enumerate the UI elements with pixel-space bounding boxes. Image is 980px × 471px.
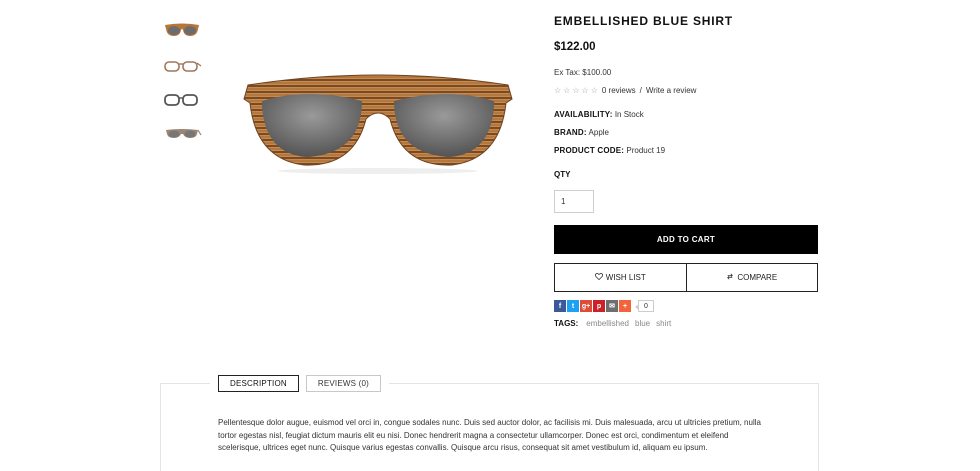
tags-row: TAGS: embellished blue shirt bbox=[554, 319, 671, 328]
tag-link[interactable]: shirt bbox=[656, 319, 671, 328]
tag-link[interactable]: embellished bbox=[586, 319, 629, 328]
availability-value: In Stock bbox=[614, 110, 644, 119]
tag-link[interactable]: blue bbox=[635, 319, 650, 328]
wooden-sunglasses-image bbox=[243, 74, 513, 174]
compare-button[interactable]: COMPARE bbox=[685, 264, 818, 291]
star-icon: ☆ bbox=[572, 86, 580, 95]
thumbnail-glasses-dark[interactable] bbox=[160, 87, 204, 113]
tags-label: TAGS: bbox=[554, 319, 579, 328]
share-count: 0 bbox=[635, 300, 654, 312]
star-icon: ☆ bbox=[581, 86, 589, 95]
brand-row: BRAND: Apple bbox=[554, 128, 609, 137]
rating-row: ☆ ☆ ☆ ☆ ☆ 0 reviews / Write a review bbox=[554, 86, 696, 95]
glasses-dark-thumbnail-icon bbox=[164, 94, 198, 106]
wish-list-label: WISH LIST bbox=[605, 273, 646, 282]
heart-icon bbox=[594, 273, 603, 282]
wishlist-compare-row: WISH LIST COMPARE bbox=[554, 263, 818, 292]
share-buttons: f t g+ p ✉ + 0 bbox=[554, 300, 654, 312]
main-product-image[interactable] bbox=[218, 14, 538, 229]
compare-icon bbox=[726, 273, 734, 282]
rating-separator: / bbox=[639, 86, 642, 95]
sunglasses-thumbnail-icon bbox=[165, 23, 199, 36]
wish-list-button[interactable]: WISH LIST bbox=[555, 264, 686, 291]
product-description: Pellentesque dolor augue, euismod vel or… bbox=[218, 418, 761, 452]
star-rating: ☆ ☆ ☆ ☆ ☆ bbox=[554, 86, 598, 95]
product-code-row: PRODUCT CODE: Product 19 bbox=[554, 146, 665, 155]
glasses-thumbnail-icon bbox=[164, 61, 202, 72]
compare-label: COMPARE bbox=[737, 273, 778, 282]
product-tabs: DESCRIPTION REVIEWS (0) bbox=[210, 375, 389, 392]
product-code-label: PRODUCT CODE: bbox=[554, 146, 625, 155]
reviews-count-link[interactable]: 0 reviews bbox=[602, 86, 636, 95]
twitter-icon[interactable]: t bbox=[567, 300, 579, 312]
star-icon: ☆ bbox=[590, 86, 598, 95]
star-icon: ☆ bbox=[563, 86, 571, 95]
google-plus-icon[interactable]: g+ bbox=[580, 300, 592, 312]
brand-label: BRAND: bbox=[554, 128, 587, 137]
email-icon[interactable]: ✉ bbox=[606, 300, 618, 312]
add-to-cart-button[interactable]: ADD TO CART bbox=[554, 225, 818, 254]
star-icon: ☆ bbox=[554, 86, 562, 95]
availability-row: AVAILABILITY: In Stock bbox=[554, 110, 644, 119]
thumbnail-sunglasses-side[interactable] bbox=[160, 121, 204, 147]
pinterest-icon[interactable]: p bbox=[593, 300, 605, 312]
add-more-icon[interactable]: + bbox=[619, 300, 631, 312]
brand-value[interactable]: Apple bbox=[589, 128, 609, 137]
thumbnail-sunglasses-aviator[interactable] bbox=[160, 17, 204, 43]
product-code-value: Product 19 bbox=[626, 146, 666, 155]
tab-reviews[interactable]: REVIEWS (0) bbox=[305, 375, 381, 392]
facebook-icon[interactable]: f bbox=[554, 300, 566, 312]
availability-label: AVAILABILITY: bbox=[554, 110, 613, 119]
sunglasses-side-thumbnail-icon bbox=[166, 129, 202, 138]
qty-label: QTY bbox=[554, 170, 571, 179]
write-review-link[interactable]: Write a review bbox=[646, 86, 697, 95]
product-price: $122.00 bbox=[554, 41, 596, 53]
product-title: EMBELLISHED BLUE SHIRT bbox=[554, 14, 733, 28]
quantity-input[interactable] bbox=[554, 190, 594, 213]
ex-tax-price: Ex Tax: $100.00 bbox=[554, 68, 612, 77]
thumbnail-glasses-clear[interactable] bbox=[160, 53, 204, 79]
tab-description[interactable]: DESCRIPTION bbox=[218, 375, 299, 392]
